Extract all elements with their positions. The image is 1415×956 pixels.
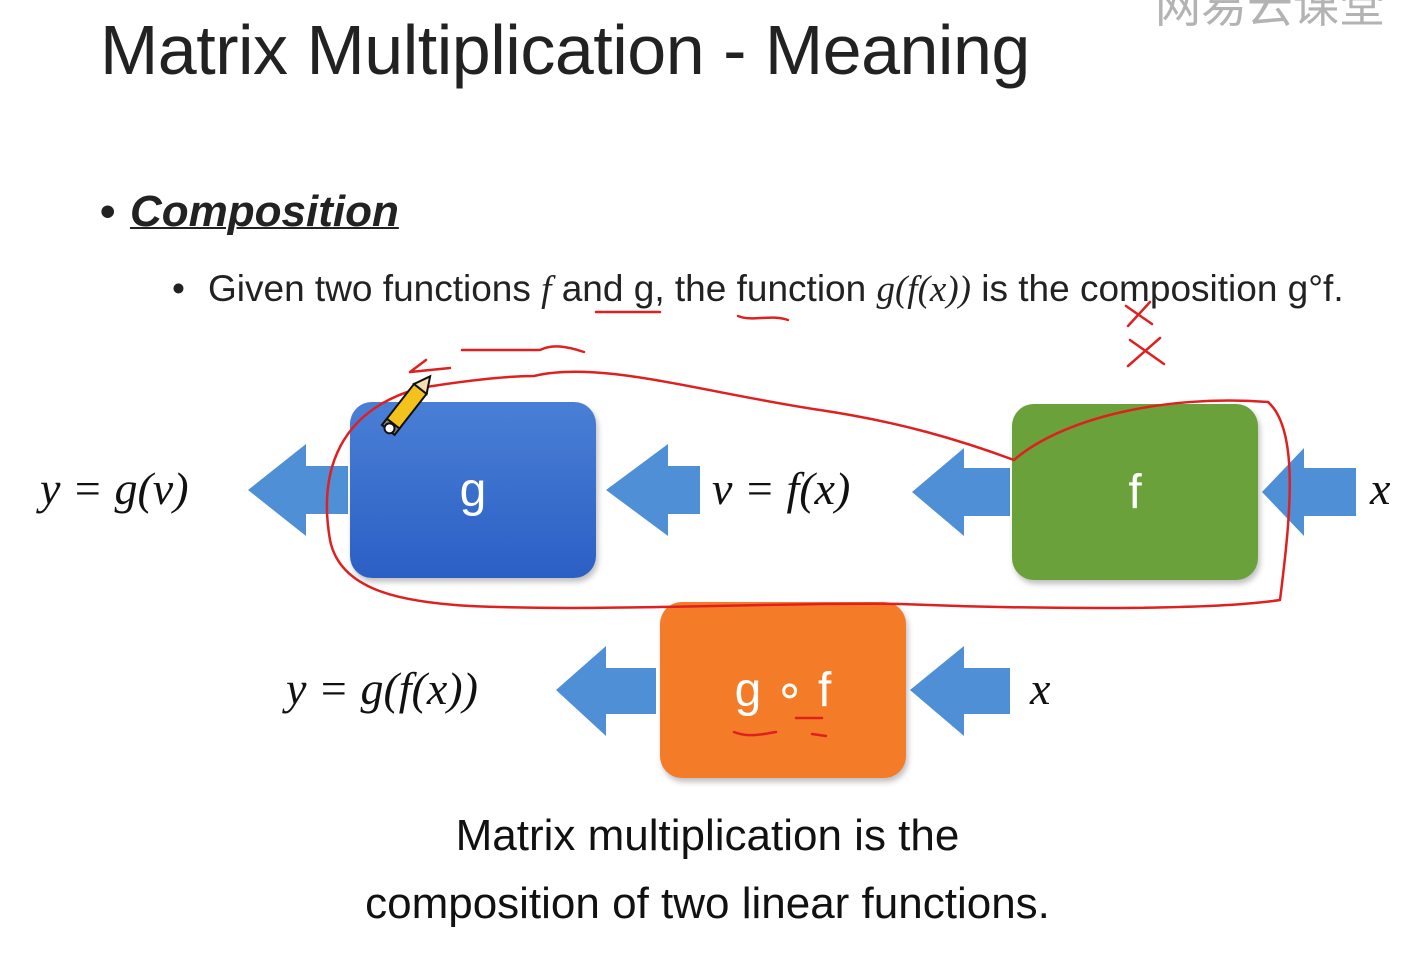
slide-caption: Matrix multiplication is the composition… [0,802,1415,938]
caption-line-1: Matrix multiplication is the [455,811,960,860]
pencil-cursor-icon [380,374,432,437]
caption-line-2: composition of two linear functions. [365,879,1050,928]
